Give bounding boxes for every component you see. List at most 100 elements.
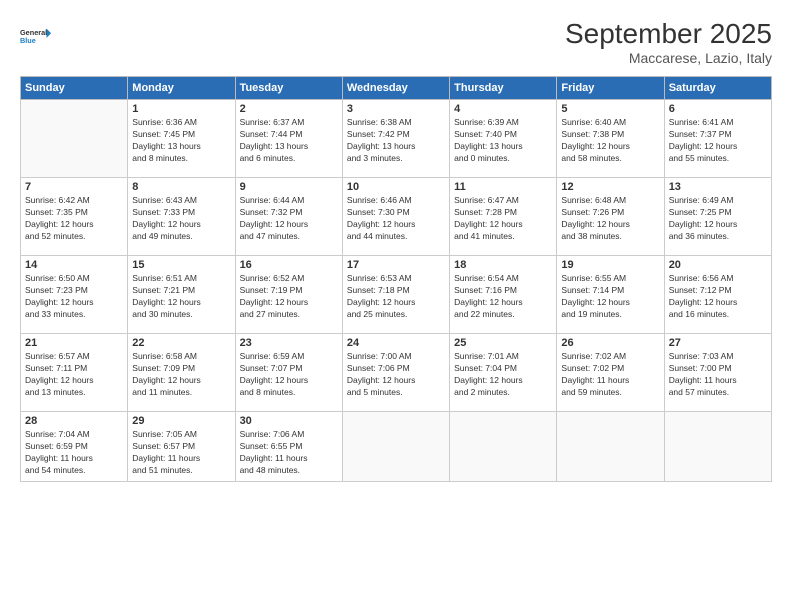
title-block: September 2025 Maccarese, Lazio, Italy — [565, 18, 772, 66]
calendar-day-cell: 25Sunrise: 7:01 AMSunset: 7:04 PMDayligh… — [450, 334, 557, 412]
day-info: Sunrise: 6:50 AMSunset: 7:23 PMDaylight:… — [25, 273, 123, 321]
calendar-day-cell: 4 Sunrise: 6:39 AMSunset: 7:40 PMDaylight… — [450, 100, 557, 178]
calendar-day-cell: 18Sunrise: 6:54 AMSunset: 7:16 PMDayligh… — [450, 256, 557, 334]
calendar-day-header: Wednesday — [342, 77, 449, 100]
calendar-week-row: 21 Sunrise: 6:57 AMSunset: 7:11 PMDayligh… — [21, 334, 772, 412]
calendar-day-cell: 21 Sunrise: 6:57 AMSunset: 7:11 PMDayligh… — [21, 334, 128, 412]
day-info: Sunrise: 6:58 AMSunset: 7:09 PMDaylight:… — [132, 351, 230, 399]
logo: General Blue — [20, 18, 52, 54]
calendar-day-cell: 9Sunrise: 6:44 AMSunset: 7:32 PMDaylight… — [235, 178, 342, 256]
day-info: Sunrise: 6:47 AMSunset: 7:28 PMDaylight:… — [454, 195, 552, 243]
day-number: 14 — [25, 259, 123, 271]
calendar-day-cell: 13 Sunrise: 6:49 AMSunset: 7:25 PMDayligh… — [664, 178, 771, 256]
day-number: 20 — [669, 259, 767, 271]
calendar-day-cell: 23 Sunrise: 6:59 AMSunset: 7:07 PMDayligh… — [235, 334, 342, 412]
calendar-day-cell: 24 Sunrise: 7:00 AMSunset: 7:06 PMDayligh… — [342, 334, 449, 412]
calendar-day-cell: 16 Sunrise: 6:52 AMSunset: 7:19 PMDayligh… — [235, 256, 342, 334]
day-number: 11 — [454, 181, 552, 193]
calendar-week-row: 1Sunrise: 6:36 AMSunset: 7:45 PMDaylight… — [21, 100, 772, 178]
day-info: Sunrise: 7:02 AMSunset: 7:02 PMDaylight:… — [561, 351, 659, 399]
calendar-day-cell: 19 Sunrise: 6:55 AMSunset: 7:14 PMDayligh… — [557, 256, 664, 334]
day-info: Sunrise: 6:37 AMSunset: 7:44 PMDaylight:… — [240, 117, 338, 165]
day-number: 18 — [454, 259, 552, 271]
calendar-day-cell: 8 Sunrise: 6:43 AMSunset: 7:33 PMDaylight… — [128, 178, 235, 256]
day-number: 24 — [347, 337, 445, 349]
day-info: Sunrise: 6:49 AMSunset: 7:25 PMDaylight:… — [669, 195, 767, 243]
day-number: 2 — [240, 103, 338, 115]
day-info: Sunrise: 6:51 AMSunset: 7:21 PMDaylight:… — [132, 273, 230, 321]
day-info: Sunrise: 6:42 AMSunset: 7:35 PMDaylight:… — [25, 195, 123, 243]
day-info: Sunrise: 7:06 AMSunset: 6:55 PMDaylight:… — [240, 429, 338, 477]
day-number: 26 — [561, 337, 659, 349]
calendar-table: SundayMondayTuesdayWednesdayThursdayFrid… — [20, 76, 772, 482]
day-info: Sunrise: 7:00 AMSunset: 7:06 PMDaylight:… — [347, 351, 445, 399]
day-info: Sunrise: 6:38 AMSunset: 7:42 PMDaylight:… — [347, 117, 445, 165]
day-number: 17 — [347, 259, 445, 271]
calendar-day-cell: 12Sunrise: 6:48 AMSunset: 7:26 PMDayligh… — [557, 178, 664, 256]
calendar-day-cell: 7 Sunrise: 6:42 AMSunset: 7:35 PMDaylight… — [21, 178, 128, 256]
calendar-day-cell: 27 Sunrise: 7:03 AMSunset: 7:00 PMDayligh… — [664, 334, 771, 412]
calendar-day-cell: 20 Sunrise: 6:56 AMSunset: 7:12 PMDayligh… — [664, 256, 771, 334]
calendar-day-cell — [21, 100, 128, 178]
day-number: 1 — [132, 103, 230, 115]
calendar-week-row: 14 Sunrise: 6:50 AMSunset: 7:23 PMDayligh… — [21, 256, 772, 334]
day-number: 3 — [347, 103, 445, 115]
day-number: 23 — [240, 337, 338, 349]
calendar-day-header: Friday — [557, 77, 664, 100]
day-number: 29 — [132, 415, 230, 427]
day-number: 8 — [132, 181, 230, 193]
calendar-day-header: Thursday — [450, 77, 557, 100]
day-info: Sunrise: 6:44 AMSunset: 7:32 PMDaylight:… — [240, 195, 338, 243]
calendar-day-cell: 10 Sunrise: 6:46 AMSunset: 7:30 PMDayligh… — [342, 178, 449, 256]
day-info: Sunrise: 6:56 AMSunset: 7:12 PMDaylight:… — [669, 273, 767, 321]
day-info: Sunrise: 7:05 AMSunset: 6:57 PMDaylight:… — [132, 429, 230, 477]
day-number: 21 — [25, 337, 123, 349]
calendar-day-cell: 11 Sunrise: 6:47 AMSunset: 7:28 PMDayligh… — [450, 178, 557, 256]
location: Maccarese, Lazio, Italy — [565, 50, 772, 66]
day-number: 27 — [669, 337, 767, 349]
day-number: 10 — [347, 181, 445, 193]
calendar-day-cell: 14 Sunrise: 6:50 AMSunset: 7:23 PMDayligh… — [21, 256, 128, 334]
calendar-day-cell: 2 Sunrise: 6:37 AMSunset: 7:44 PMDaylight… — [235, 100, 342, 178]
day-number: 13 — [669, 181, 767, 193]
day-info: Sunrise: 6:57 AMSunset: 7:11 PMDaylight:… — [25, 351, 123, 399]
calendar-day-cell: 3 Sunrise: 6:38 AMSunset: 7:42 PMDaylight… — [342, 100, 449, 178]
logo-svg: General Blue — [20, 18, 52, 54]
calendar-day-header: Saturday — [664, 77, 771, 100]
calendar-day-cell — [557, 412, 664, 482]
calendar-day-cell: 30 Sunrise: 7:06 AMSunset: 6:55 PMDayligh… — [235, 412, 342, 482]
svg-text:Blue: Blue — [20, 36, 36, 45]
day-number: 16 — [240, 259, 338, 271]
day-info: Sunrise: 6:52 AMSunset: 7:19 PMDaylight:… — [240, 273, 338, 321]
calendar-day-cell: 17 Sunrise: 6:53 AMSunset: 7:18 PMDayligh… — [342, 256, 449, 334]
calendar-day-cell — [450, 412, 557, 482]
day-info: Sunrise: 6:43 AMSunset: 7:33 PMDaylight:… — [132, 195, 230, 243]
day-number: 4 — [454, 103, 552, 115]
day-number: 30 — [240, 415, 338, 427]
calendar-week-row: 28Sunrise: 7:04 AMSunset: 6:59 PMDayligh… — [21, 412, 772, 482]
calendar-day-cell — [342, 412, 449, 482]
day-info: Sunrise: 7:03 AMSunset: 7:00 PMDaylight:… — [669, 351, 767, 399]
day-number: 7 — [25, 181, 123, 193]
calendar-day-header: Sunday — [21, 77, 128, 100]
calendar-day-cell: 29 Sunrise: 7:05 AMSunset: 6:57 PMDayligh… — [128, 412, 235, 482]
calendar-day-cell: 5Sunrise: 6:40 AMSunset: 7:38 PMDaylight… — [557, 100, 664, 178]
day-info: Sunrise: 6:46 AMSunset: 7:30 PMDaylight:… — [347, 195, 445, 243]
day-info: Sunrise: 6:53 AMSunset: 7:18 PMDaylight:… — [347, 273, 445, 321]
day-info: Sunrise: 6:39 AMSunset: 7:40 PMDaylight:… — [454, 117, 552, 165]
day-number: 15 — [132, 259, 230, 271]
day-number: 22 — [132, 337, 230, 349]
day-number: 5 — [561, 103, 659, 115]
calendar-day-header: Monday — [128, 77, 235, 100]
day-info: Sunrise: 6:59 AMSunset: 7:07 PMDaylight:… — [240, 351, 338, 399]
calendar-day-header: Tuesday — [235, 77, 342, 100]
calendar-day-cell: 22 Sunrise: 6:58 AMSunset: 7:09 PMDayligh… — [128, 334, 235, 412]
day-number: 19 — [561, 259, 659, 271]
day-number: 25 — [454, 337, 552, 349]
calendar-day-cell: 1Sunrise: 6:36 AMSunset: 7:45 PMDaylight… — [128, 100, 235, 178]
day-info: Sunrise: 7:04 AMSunset: 6:59 PMDaylight:… — [25, 429, 123, 477]
day-info: Sunrise: 6:55 AMSunset: 7:14 PMDaylight:… — [561, 273, 659, 321]
day-number: 6 — [669, 103, 767, 115]
day-info: Sunrise: 6:48 AMSunset: 7:26 PMDaylight:… — [561, 195, 659, 243]
calendar-day-cell: 6Sunrise: 6:41 AMSunset: 7:37 PMDaylight… — [664, 100, 771, 178]
